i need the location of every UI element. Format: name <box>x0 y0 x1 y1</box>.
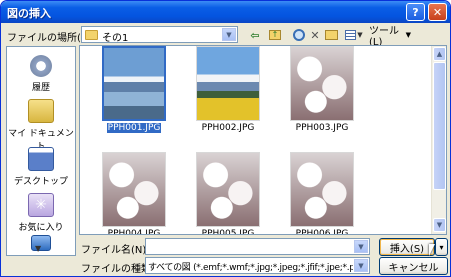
back-arrow-icon: ⇦ <box>250 28 260 42</box>
delete-button[interactable]: ✕ <box>308 26 322 44</box>
up-folder-button[interactable]: ↑ <box>267 26 283 44</box>
chevron-down-icon[interactable]: ▼ <box>354 240 368 253</box>
insert-button[interactable]: 挿入(S) <box>379 238 435 256</box>
chevron-down-icon[interactable]: ▼ <box>35 244 41 253</box>
file-item[interactable]: PPH003.JPG <box>282 46 362 136</box>
search-web-button[interactable] <box>290 26 308 44</box>
filename-combo[interactable]: ▼ <box>145 238 370 255</box>
search-web-icon <box>293 29 305 41</box>
file-item[interactable]: PPH001.JPG <box>94 46 174 136</box>
thumbnail-image <box>290 46 354 121</box>
place-history[interactable]: 履歴 <box>7 55 75 93</box>
filetype-combo[interactable]: すべての図 (*.emf;*.wmf;*.jpg;*.jpeg;*.jfif;*… <box>145 257 370 274</box>
file-item[interactable]: PPH002.JPG <box>188 46 268 136</box>
file-name-text: PPH002.JPG <box>201 123 255 133</box>
up-folder-icon: ↑ <box>269 30 281 40</box>
thumbnail-image <box>290 152 354 227</box>
thumbnail-image <box>102 152 166 227</box>
back-button[interactable]: ⇦ <box>244 26 266 44</box>
place-label: お気に入り <box>18 223 64 233</box>
chevron-down-icon[interactable]: ▼ <box>354 259 368 272</box>
scroll-down-button[interactable]: ▼ <box>433 218 446 232</box>
cancel-button[interactable]: キャンセル <box>379 257 448 275</box>
place-desktop[interactable]: デスクトップ <box>7 147 75 187</box>
scroll-thumb[interactable] <box>433 62 446 190</box>
thumbnail-image <box>196 46 260 121</box>
views-button[interactable]: ▼ <box>342 26 366 44</box>
file-name: PPH001.JPG <box>94 122 174 134</box>
location-value: その1 <box>102 33 129 44</box>
tools-menu[interactable]: ツール(L) ▼ <box>369 26 411 48</box>
file-name-text: PPH005.JPG <box>201 229 255 235</box>
mouse-cursor-icon <box>429 244 435 256</box>
desktop-icon <box>28 147 54 171</box>
new-folder-icon <box>324 30 338 40</box>
place-label: 履歴 <box>31 83 50 93</box>
file-name: PPH004.JPG <box>94 229 174 235</box>
views-icon <box>345 30 357 40</box>
location-combo[interactable]: その1 ▼ <box>81 26 238 44</box>
insert-dropdown-button[interactable]: ▾ <box>435 238 448 256</box>
file-item[interactable]: PPH006.JPG <box>282 152 362 235</box>
filename-label: ファイル名(N): <box>81 245 150 256</box>
help-button[interactable]: ? <box>406 3 425 21</box>
file-name-text: PPH001.JPG <box>105 122 163 134</box>
chevron-down-icon: ▼ <box>405 31 411 39</box>
insert-picture-dialog: 図の挿入 ? ✕ ファイルの場所(I): その1 ▼ ⇦ ↑ ✕ ▼ ツール(L… <box>0 0 451 277</box>
place-label: デスクトップ <box>13 177 68 187</box>
location-label: ファイルの場所(I): <box>7 33 92 44</box>
file-name-text: PPH004.JPG <box>107 229 161 235</box>
my-documents-icon <box>28 99 54 123</box>
favorites-icon: ✳ <box>28 193 54 217</box>
new-folder-button[interactable] <box>323 26 339 44</box>
history-icon <box>30 55 52 77</box>
file-name: PPH003.JPG <box>282 123 362 133</box>
place-my-documents[interactable]: マイ ドキュメント <box>7 99 75 152</box>
thumbnail-image <box>196 152 260 227</box>
delete-icon: ✕ <box>310 28 320 42</box>
vertical-scrollbar[interactable]: ▲ ▼ <box>431 46 446 234</box>
file-name: PPH002.JPG <box>188 123 268 133</box>
file-name-text: PPH003.JPG <box>295 123 349 133</box>
chevron-down-icon: ▼ <box>357 31 363 39</box>
close-button[interactable]: ✕ <box>428 3 447 21</box>
filetype-value: すべての図 (*.emf;*.wmf;*.jpg;*.jpeg;*.jfif;*… <box>148 263 353 273</box>
file-name-text: PPH006.JPG <box>295 229 349 235</box>
file-name: PPH006.JPG <box>282 229 362 235</box>
folder-icon <box>85 30 98 40</box>
file-item[interactable]: PPH004.JPG <box>94 152 174 235</box>
title-bar[interactable]: 図の挿入 ? ✕ <box>1 1 450 23</box>
thumbnail-image <box>102 46 166 121</box>
file-list[interactable]: PPH001.JPG PPH002.JPG PPH003.JPG PPH004.JPG… <box>79 45 447 235</box>
places-bar: 履歴 マイ ドキュメント デスクトップ ✳ お気に入り ▼ <box>6 46 76 256</box>
scroll-up-button[interactable]: ▲ <box>433 47 446 61</box>
chevron-down-icon[interactable]: ▼ <box>222 28 236 41</box>
window-title: 図の挿入 <box>7 7 51 20</box>
file-name: PPH005.JPG <box>188 229 268 235</box>
file-item[interactable]: PPH005.JPG <box>188 152 268 235</box>
place-favorites[interactable]: ✳ お気に入り <box>7 193 75 233</box>
